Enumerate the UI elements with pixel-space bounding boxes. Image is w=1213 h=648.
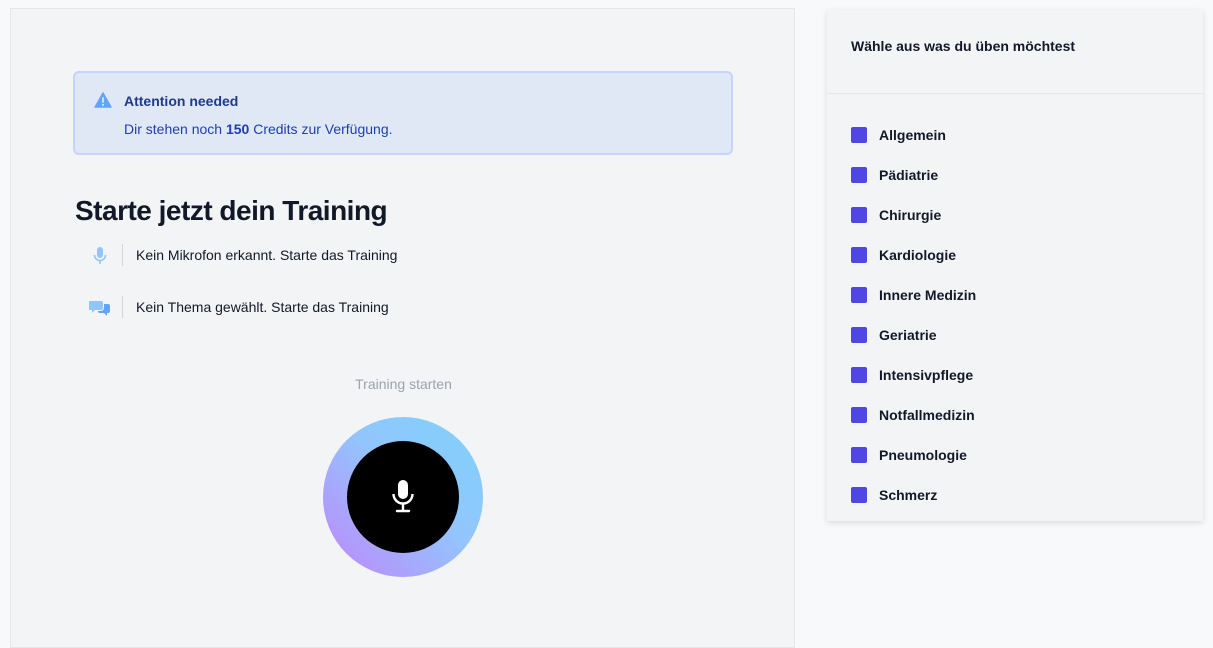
page-title: Starte jetzt dein Training — [75, 195, 388, 226]
microphone-icon — [392, 480, 414, 513]
topic-item-geriatrie[interactable]: Geriatrie — [851, 325, 1171, 365]
microphone-status: Kein Mikrofon erkannt. Starte das Traini… — [89, 244, 589, 268]
topic-status-text: Kein Thema gewählt. Starte das Training — [136, 299, 389, 315]
topic-label: Intensivpflege — [879, 367, 974, 383]
topic-item-schmerz[interactable]: Schmerz — [851, 485, 1171, 525]
topic-label: Geriatrie — [879, 327, 937, 343]
topic-item-innere-medizin[interactable]: Innere Medizin — [851, 285, 1171, 325]
topic-panel-header: Wähle aus was du üben möchtest — [827, 10, 1203, 94]
microphone-icon — [93, 247, 107, 264]
checkbox[interactable] — [851, 167, 867, 183]
topic-label: Pädiatrie — [879, 167, 939, 183]
topic-item-allgemein[interactable]: Allgemein — [851, 125, 1171, 165]
alert-title: Attention needed — [124, 93, 239, 109]
checkbox[interactable] — [851, 127, 867, 143]
topic-label: Pneumologie — [879, 447, 967, 463]
topic-panel-title: Wähle aus was du üben möchtest — [851, 38, 1076, 54]
topic-label: Kardiologie — [879, 247, 957, 263]
topic-list: Allgemein Pädiatrie Chirurgie Kardiologi… — [851, 125, 1171, 525]
topic-item-chirurgie[interactable]: Chirurgie — [851, 205, 1171, 245]
checkbox[interactable] — [851, 487, 867, 503]
topic-item-pneumologie[interactable]: Pneumologie — [851, 445, 1171, 485]
topic-item-paediatrie[interactable]: Pädiatrie — [851, 165, 1171, 205]
start-training-label: Training starten — [355, 376, 452, 392]
topic-item-intensivpflege[interactable]: Intensivpflege — [851, 365, 1171, 405]
credits-alert: Attention needed Dir stehen noch 150 Cre… — [73, 71, 733, 155]
topic-label: Allgemein — [879, 127, 946, 143]
checkbox[interactable] — [851, 447, 867, 463]
checkbox[interactable] — [851, 407, 867, 423]
checkbox[interactable] — [851, 207, 867, 223]
start-training-button[interactable] — [323, 417, 483, 577]
topic-item-kardiologie[interactable]: Kardiologie — [851, 245, 1171, 285]
topic-label: Schmerz — [879, 487, 938, 503]
topic-item-notfallmedizin[interactable]: Notfallmedizin — [851, 405, 1171, 445]
topic-label: Chirurgie — [879, 207, 942, 223]
checkbox[interactable] — [851, 327, 867, 343]
alert-message: Dir stehen noch 150 Credits zur Verfügun… — [124, 121, 393, 137]
checkbox[interactable] — [851, 247, 867, 263]
topic-label: Notfallmedizin — [879, 407, 975, 423]
checkbox[interactable] — [851, 287, 867, 303]
status-divider — [122, 244, 123, 266]
alert-text-prefix: Dir stehen noch — [124, 121, 223, 137]
main-panel: Attention needed Dir stehen noch 150 Cre… — [10, 8, 795, 648]
alert-text-suffix: Credits zur Verfügung. — [253, 121, 393, 137]
topic-status: Kein Thema gewählt. Starte das Training — [89, 296, 589, 320]
credits-count: 150 — [225, 121, 250, 137]
microphone-status-text: Kein Mikrofon erkannt. Starte das Traini… — [136, 247, 398, 263]
topic-label: Innere Medizin — [879, 287, 977, 303]
mic-button-core[interactable] — [347, 441, 459, 553]
chat-bubbles-icon — [89, 301, 110, 316]
status-divider — [122, 296, 123, 318]
checkbox[interactable] — [851, 367, 867, 383]
warning-icon — [94, 92, 112, 108]
